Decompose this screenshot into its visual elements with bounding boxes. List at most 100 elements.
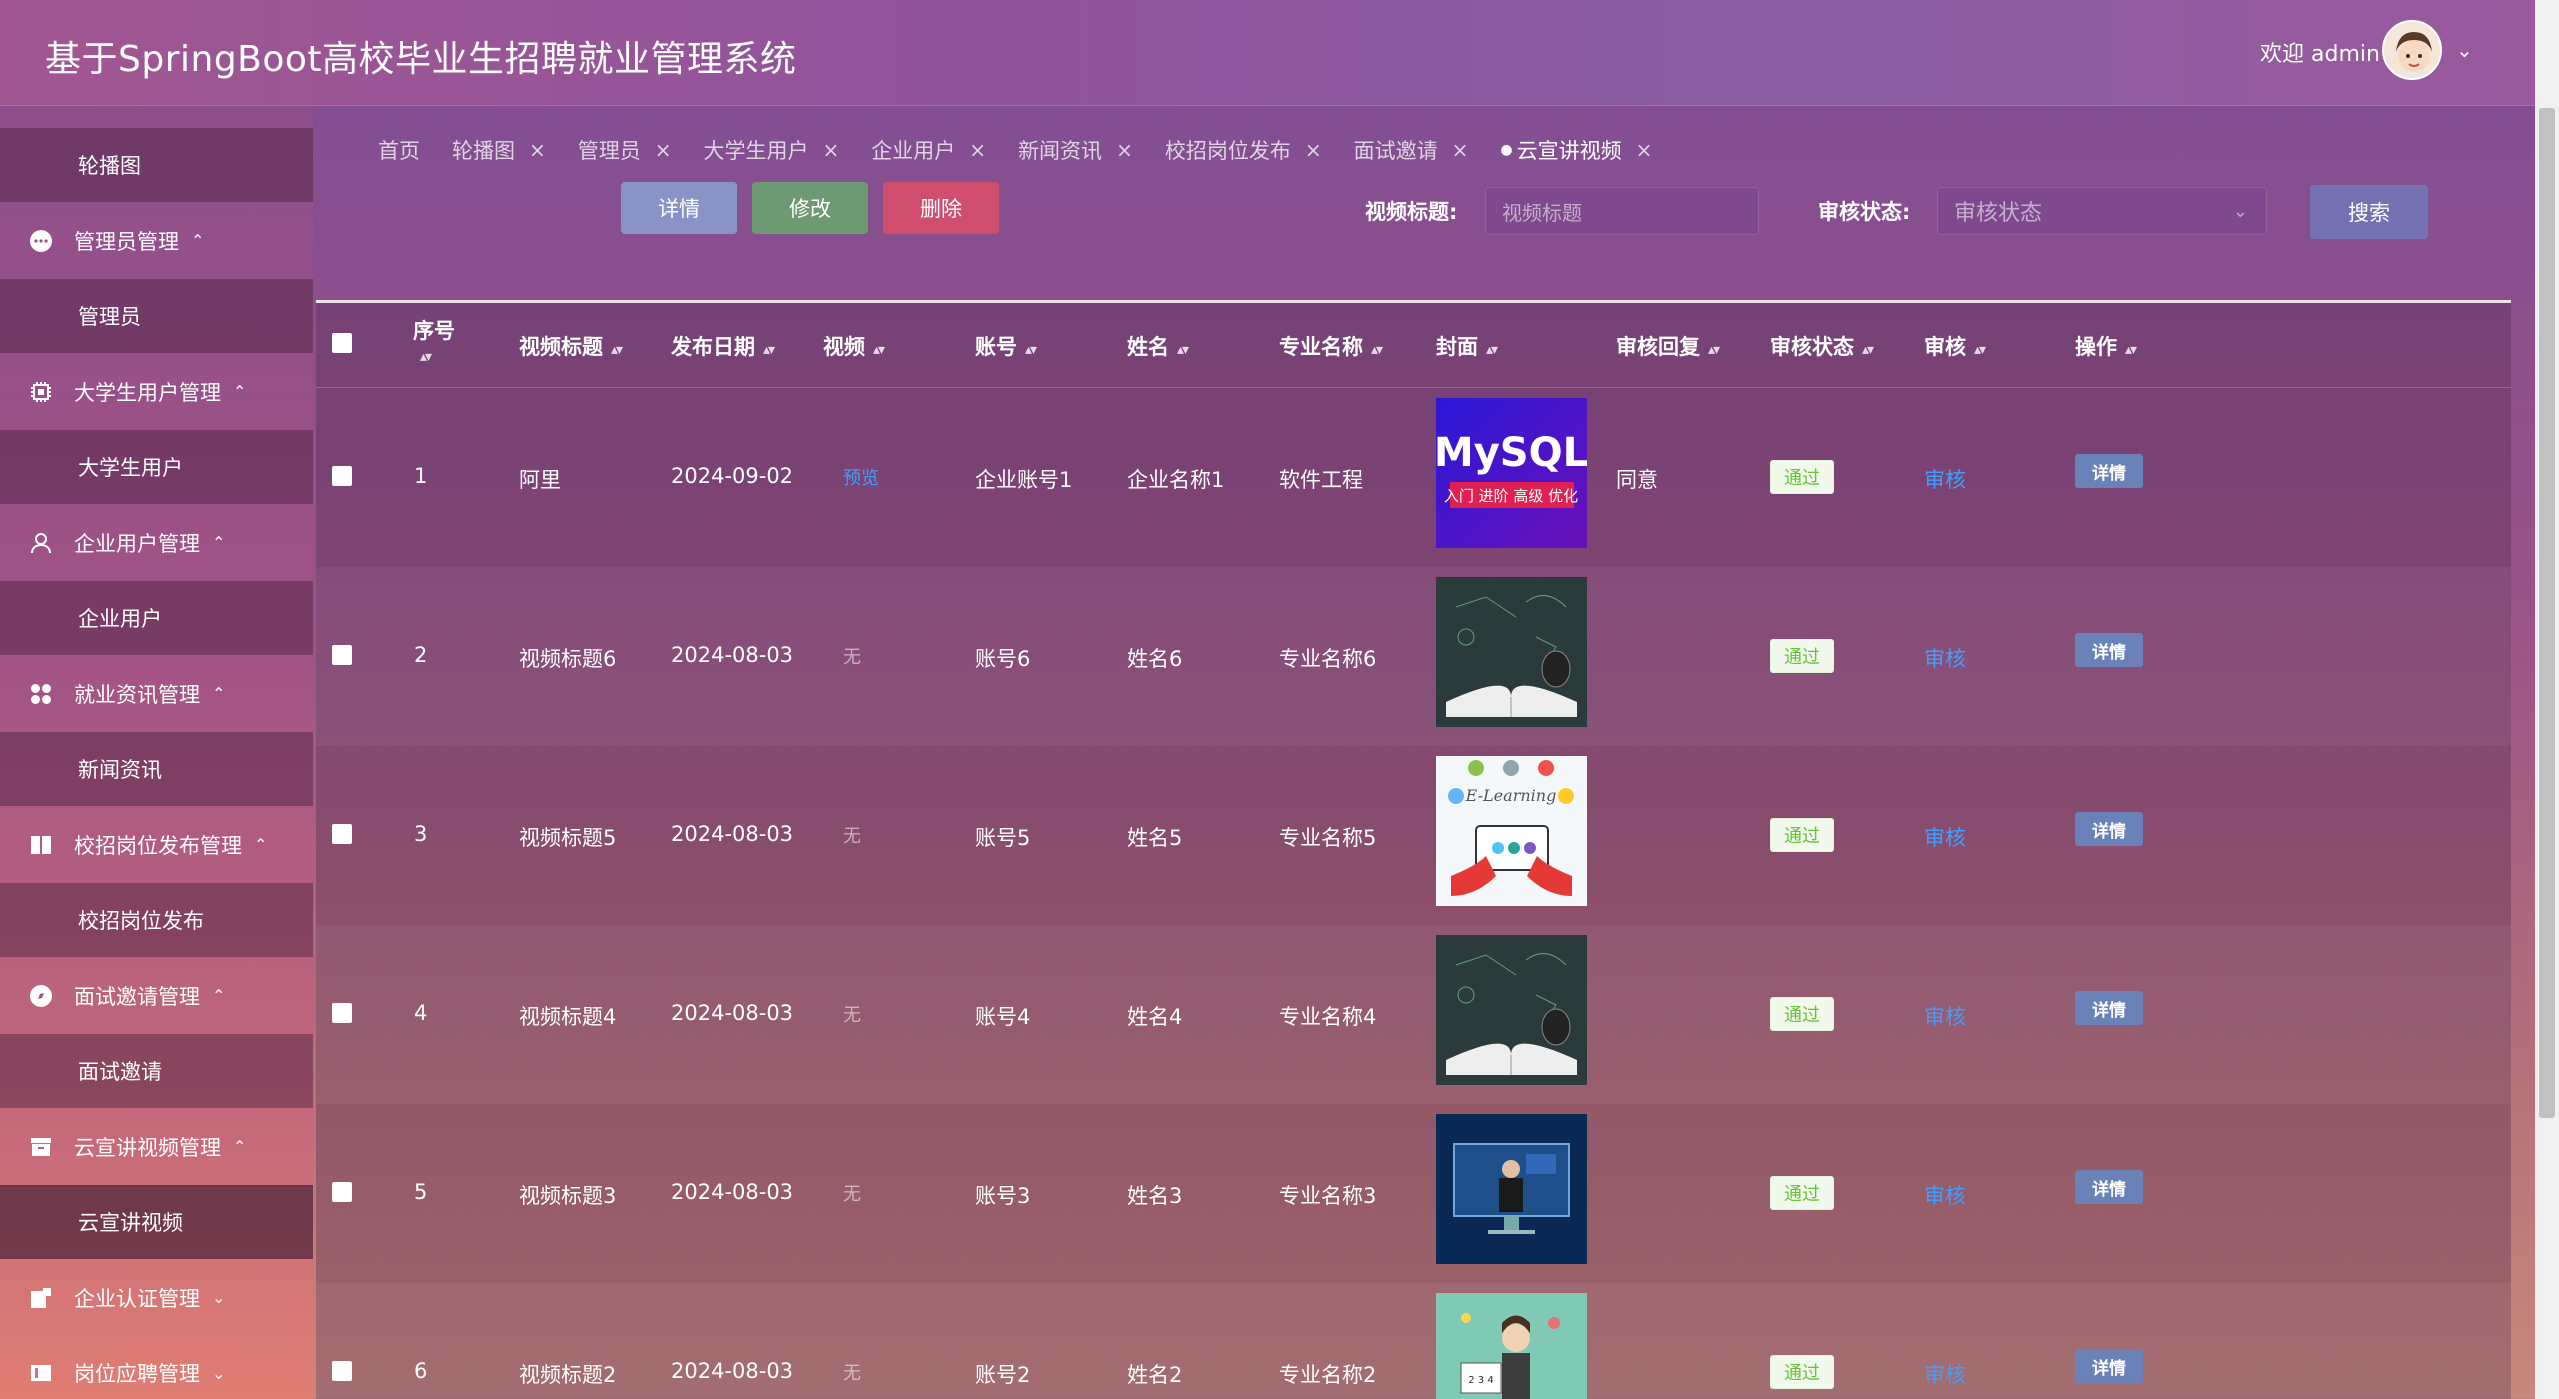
column-header[interactable]: 视频 ▴▾ (823, 331, 885, 361)
table-row[interactable]: 4 视频标题4 2024-08-03 无 账号4 姓名4 专业名称4 通过 审核 详情 (316, 925, 2511, 1104)
tab-5[interactable]: 新闻资讯 × (1018, 135, 1133, 165)
search-button[interactable]: 搜索 (2310, 185, 2428, 239)
column-header[interactable]: 序号 (413, 315, 455, 345)
tab-1[interactable]: 轮播图 × (452, 135, 546, 165)
delete-button[interactable]: 删除 (883, 182, 999, 234)
select-all-checkbox[interactable] (332, 333, 352, 353)
sort-icon[interactable]: ▴▾ (420, 349, 432, 365)
sidebar-item-7[interactable]: 就业资讯管理 ⌃ (0, 657, 313, 731)
audit-link[interactable]: 审核 (1924, 464, 1966, 494)
audit-link[interactable]: 审核 (1924, 1001, 1966, 1031)
sort-icon[interactable]: ▴▾ (873, 342, 885, 358)
sidebar-item-16[interactable]: 岗位应聘管理 ⌄ (0, 1336, 313, 1399)
scrollbar-thumb[interactable] (2539, 108, 2555, 1118)
column-header[interactable]: 审核状态 ▴▾ (1770, 331, 1874, 361)
video-preview-link[interactable]: 预览 (843, 468, 879, 489)
detail-button[interactable]: 详情 (621, 182, 737, 234)
tab-2[interactable]: 管理员 × (578, 135, 672, 165)
row-checkbox[interactable] (332, 824, 352, 844)
sort-icon[interactable]: ▴▾ (1371, 342, 1383, 358)
column-header[interactable]: 封面 ▴▾ (1436, 331, 1498, 361)
cover-image[interactable] (1436, 1114, 1587, 1264)
sort-icon[interactable]: ▴▾ (2125, 342, 2137, 358)
sidebar-item-0[interactable]: 轮播图 (0, 128, 313, 202)
chevron-down-icon[interactable]: ⌄ (2456, 38, 2473, 62)
tab-4[interactable]: 企业用户 × (871, 135, 986, 165)
sort-icon[interactable]: ▴▾ (1974, 342, 1986, 358)
row-detail-button[interactable]: 详情 (2075, 991, 2143, 1025)
close-icon[interactable]: × (823, 138, 840, 162)
table-row[interactable]: 3 视频标题5 2024-08-03 无 账号5 姓名5 专业名称5 E-Learning 通过… (316, 746, 2511, 925)
audit-link[interactable]: 审核 (1924, 1180, 1966, 1210)
sort-icon[interactable]: ▴▾ (1025, 342, 1037, 358)
close-icon[interactable]: × (655, 138, 672, 162)
audit-link[interactable]: 审核 (1924, 1359, 1966, 1389)
close-icon[interactable]: × (1636, 138, 1653, 162)
close-icon[interactable]: × (1452, 138, 1469, 162)
row-detail-button[interactable]: 详情 (2075, 454, 2143, 488)
column-header[interactable]: 发布日期 ▴▾ (671, 331, 775, 361)
sort-icon[interactable]: ▴▾ (611, 342, 623, 358)
row-checkbox[interactable] (332, 645, 352, 665)
video-title-input[interactable]: 视频标题 (1485, 187, 1759, 235)
sidebar-item-4[interactable]: 大学生用户 (0, 430, 313, 504)
table-row[interactable]: 6 视频标题2 2024-08-03 无 账号2 姓名2 专业名称2 2 3 4 通过 审核 详情 (316, 1283, 2511, 1399)
column-header[interactable]: 审核回复 ▴▾ (1616, 331, 1720, 361)
sidebar-item-15[interactable]: 企业认证管理 ⌄ (0, 1261, 313, 1335)
sidebar-item-1[interactable]: 管理员管理 ⌃ (0, 204, 313, 278)
cover-image[interactable]: MySQL 入门 进阶 高级 优化 (1436, 398, 1587, 548)
audit-status-select[interactable]: 审核状态 ⌄ (1937, 187, 2267, 235)
row-detail-button[interactable]: 详情 (2075, 1170, 2143, 1204)
table-row[interactable]: 2 视频标题6 2024-08-03 无 账号6 姓名6 专业名称6 通过 审核 详情 (316, 567, 2511, 746)
close-icon[interactable]: × (969, 138, 986, 162)
sidebar-item-9[interactable]: 校招岗位发布管理 ⌃ (0, 808, 313, 882)
sidebar-item-10[interactable]: 校招岗位发布 (0, 883, 313, 957)
row-checkbox[interactable] (332, 1361, 352, 1381)
column-header[interactable]: 姓名 ▴▾ (1127, 331, 1189, 361)
cell-account: 账号3 (975, 1184, 1031, 1208)
sidebar-item-2[interactable]: 管理员 (0, 279, 313, 353)
sort-icon[interactable]: ▴▾ (1177, 342, 1189, 358)
column-header[interactable]: 审核 ▴▾ (1924, 331, 1986, 361)
sidebar-item-3[interactable]: 大学生用户管理 ⌃ (0, 355, 313, 429)
sidebar-item-14[interactable]: 云宣讲视频 (0, 1185, 313, 1259)
sort-icon[interactable]: ▴▾ (1708, 342, 1720, 358)
column-header[interactable]: 视频标题 ▴▾ (519, 331, 623, 361)
table-row[interactable]: 5 视频标题3 2024-08-03 无 账号3 姓名3 专业名称3 通过 审核 详情 (316, 1104, 2511, 1283)
sort-icon[interactable]: ▴▾ (1862, 342, 1874, 358)
sidebar-item-6[interactable]: 企业用户 (0, 581, 313, 655)
row-detail-button[interactable]: 详情 (2075, 1349, 2143, 1383)
sort-icon[interactable]: ▴▾ (1486, 342, 1498, 358)
cover-image[interactable]: E-Learning (1436, 756, 1587, 906)
column-header[interactable]: 专业名称 ▴▾ (1279, 331, 1383, 361)
tab-0[interactable]: 首页 (378, 135, 420, 165)
column-header[interactable]: 账号 ▴▾ (975, 331, 1037, 361)
cover-image[interactable] (1436, 935, 1587, 1085)
column-header[interactable]: 操作 ▴▾ (2075, 331, 2137, 361)
sort-icon[interactable]: ▴▾ (763, 342, 775, 358)
table-row[interactable]: 1 阿里 2024-09-02 预览 企业账号1 企业名称1 软件工程 同意 MySQL 入门 进… (316, 388, 2511, 567)
close-icon[interactable]: × (1116, 138, 1133, 162)
tab-3[interactable]: 大学生用户 × (704, 135, 840, 165)
sidebar-item-8[interactable]: 新闻资讯 (0, 732, 313, 806)
row-detail-button[interactable]: 详情 (2075, 633, 2143, 667)
audit-link[interactable]: 审核 (1924, 643, 1966, 673)
tab-6[interactable]: 校招岗位发布 × (1165, 135, 1322, 165)
sidebar-item-11[interactable]: 面试邀请管理 ⌃ (0, 959, 313, 1033)
close-icon[interactable]: × (529, 138, 546, 162)
cover-image[interactable]: 2 3 4 (1436, 1293, 1587, 1399)
avatar[interactable] (2382, 20, 2442, 80)
row-checkbox[interactable] (332, 1182, 352, 1202)
sidebar-item-5[interactable]: 企业用户管理 ⌃ (0, 506, 313, 580)
audit-link[interactable]: 审核 (1924, 822, 1966, 852)
sidebar-item-12[interactable]: 面试邀请 (0, 1034, 313, 1108)
tab-7[interactable]: 面试邀请 × (1354, 135, 1469, 165)
tab-8[interactable]: 云宣讲视频 × (1500, 135, 1653, 165)
sidebar-item-13[interactable]: 云宣讲视频管理 ⌃ (0, 1110, 313, 1184)
row-checkbox[interactable] (332, 1003, 352, 1023)
edit-button[interactable]: 修改 (752, 182, 868, 234)
row-detail-button[interactable]: 详情 (2075, 812, 2143, 846)
cover-image[interactable] (1436, 577, 1587, 727)
row-checkbox[interactable] (332, 466, 352, 486)
close-icon[interactable]: × (1305, 138, 1322, 162)
